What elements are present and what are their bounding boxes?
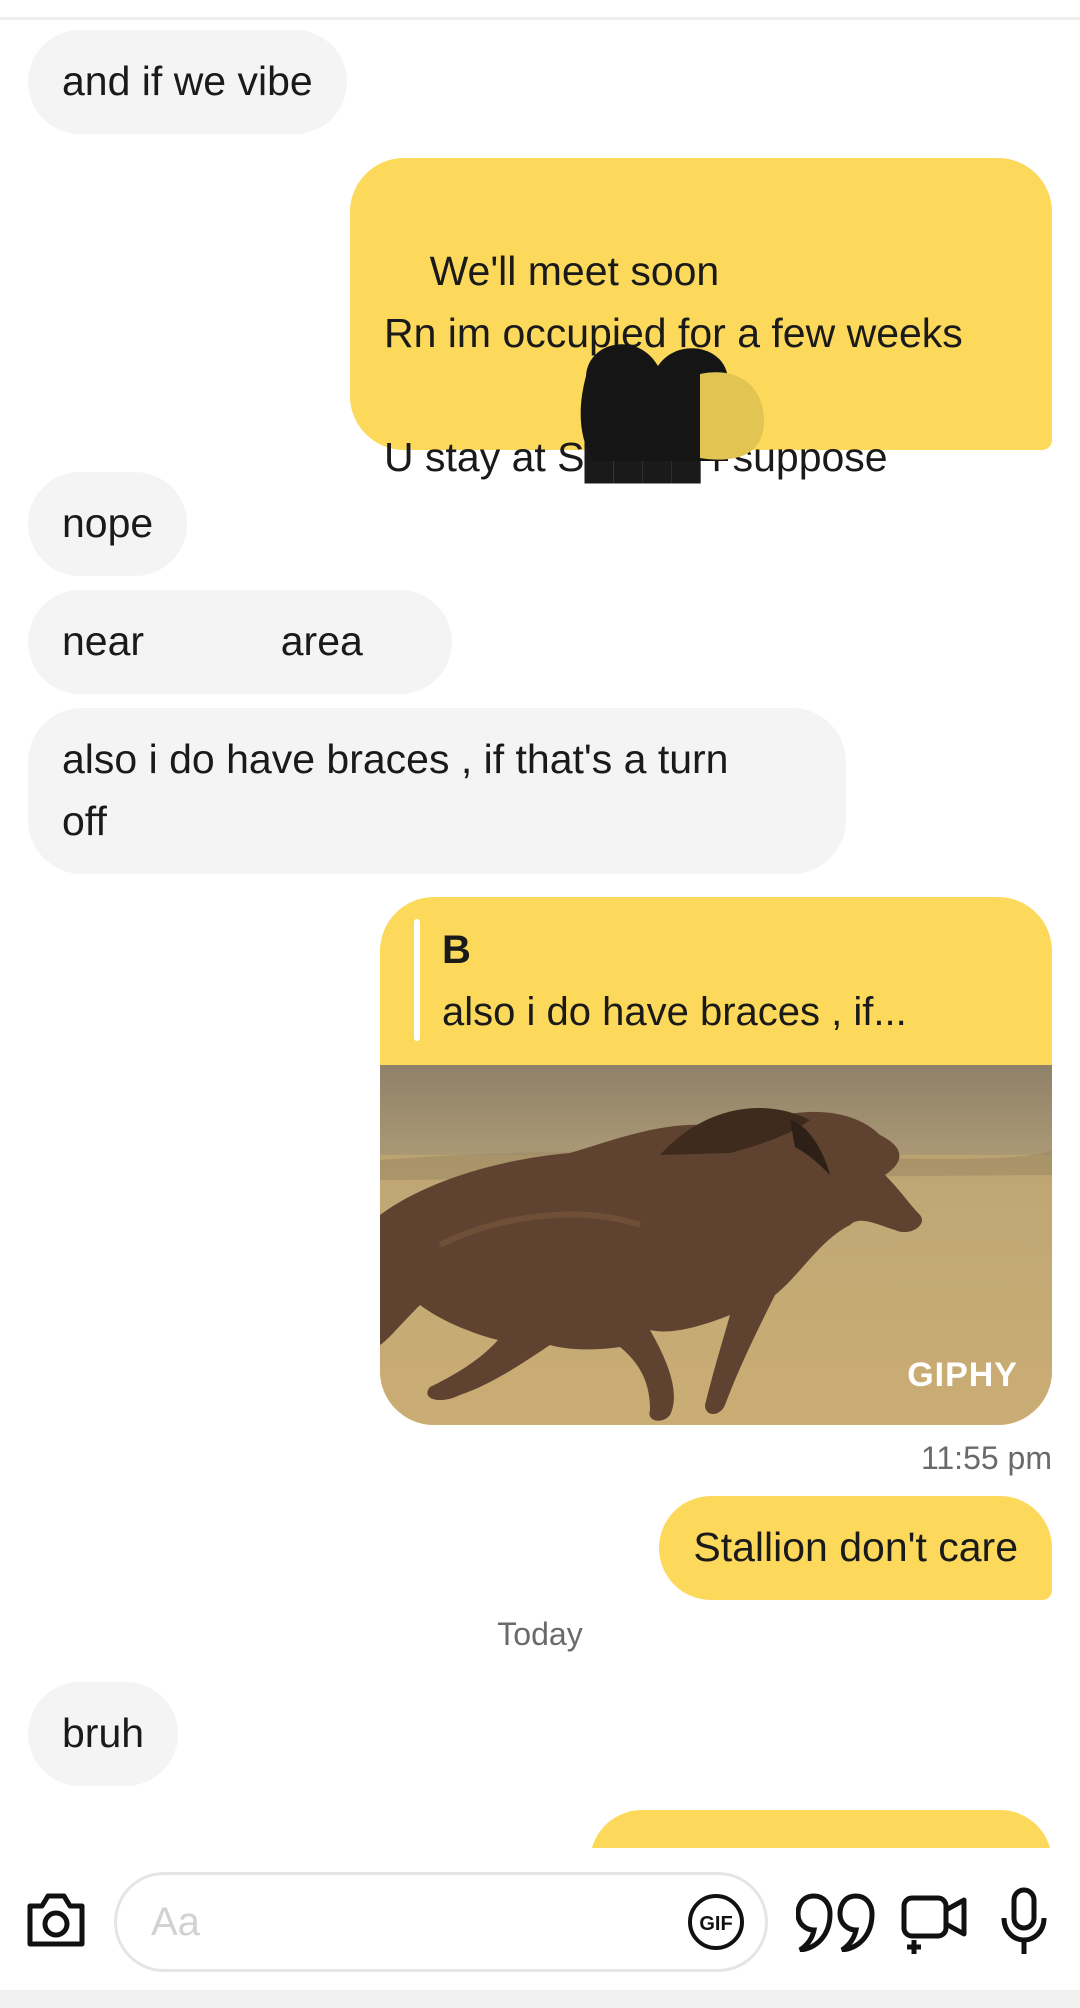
video-call-icon[interactable]: [900, 1890, 970, 1956]
outgoing-message-partial[interactable]: [590, 1810, 1052, 1848]
microphone-icon[interactable]: [1000, 1886, 1048, 1956]
gif-button-label: GIF: [699, 1913, 732, 1935]
incoming-message[interactable]: and if we vibe: [28, 30, 347, 134]
giphy-label: GIPHY: [907, 1356, 1018, 1394]
input-placeholder: Aa: [151, 1900, 200, 1944]
gif-image[interactable]: GIPHY: [380, 1065, 1052, 1425]
outgoing-message[interactable]: We'll meet soon Rn im occupied for a few…: [350, 158, 1052, 480]
quote-text: also i do have braces , if...: [442, 990, 907, 1034]
incoming-message[interactable]: nope: [28, 472, 188, 576]
quote-icon[interactable]: [796, 1892, 876, 1952]
quote-bar: [414, 919, 420, 1041]
reply-with-gif[interactable]: B also i do have braces , if... GIPHY: [380, 897, 1052, 1425]
message-list[interactable]: and if we vibe We'll meet soon Rn im occ…: [0, 0, 1080, 1848]
camera-icon[interactable]: [24, 1892, 88, 1948]
quote-author: B: [442, 928, 471, 972]
redaction-blob: [580, 344, 764, 461]
outgoing-message[interactable]: Stallion don't care: [659, 1496, 1052, 1600]
message-timestamp: 11:55 pm: [920, 1440, 1052, 1476]
date-divider: Today: [497, 1616, 583, 1652]
gif-button-icon[interactable]: GIF: [687, 1893, 745, 1951]
message-composer: Aa GIF: [0, 1848, 1080, 2008]
incoming-message[interactable]: near area: [28, 590, 452, 694]
message-input[interactable]: Aa GIF: [114, 1872, 768, 1972]
nav-bar-strip: [0, 1990, 1080, 2008]
incoming-message[interactable]: bruh: [28, 1682, 179, 1786]
incoming-message[interactable]: also i do have braces , if that's a turn…: [28, 708, 846, 874]
